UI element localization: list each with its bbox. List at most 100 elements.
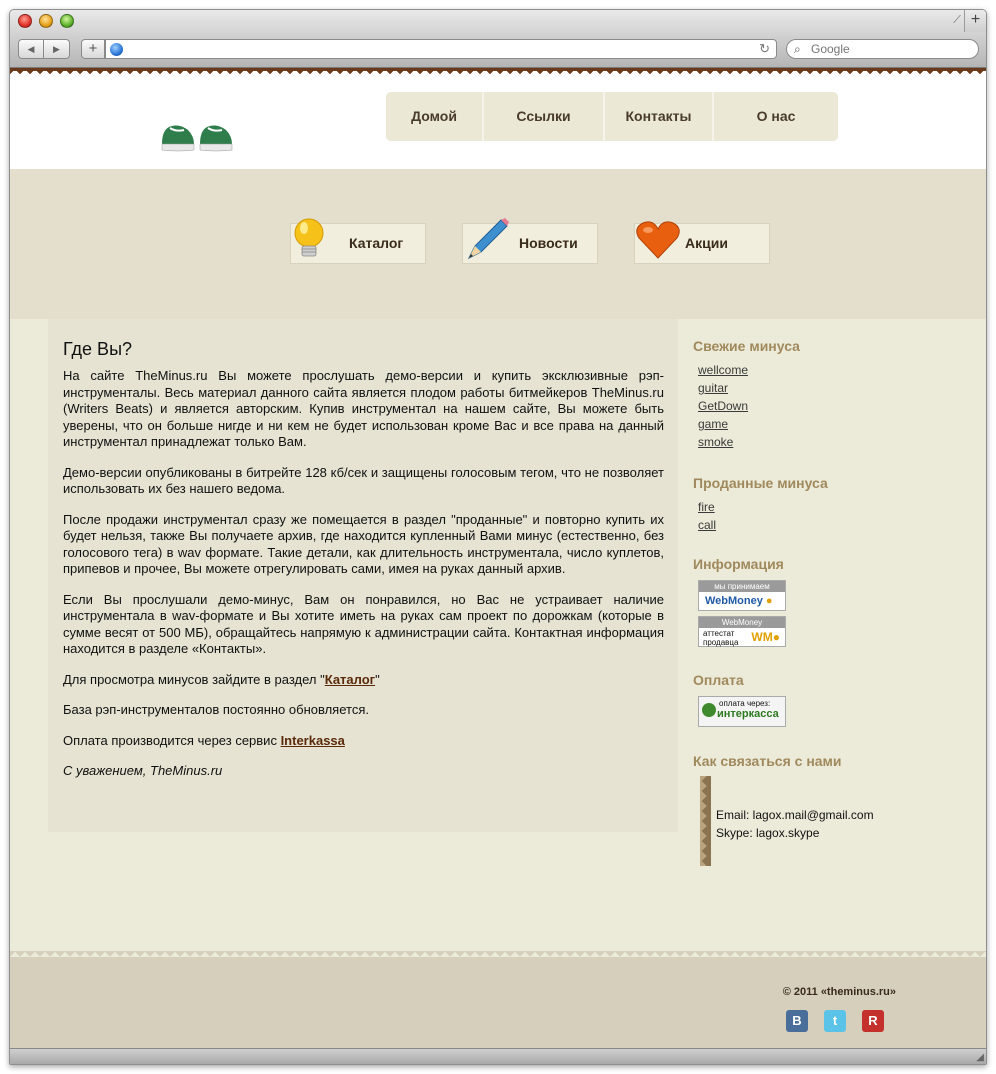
sold-link[interactable]: fire [698, 500, 715, 514]
catalog-label: Каталог [349, 235, 404, 251]
badge-top-text: мы принимаем [699, 581, 785, 592]
catalog-text: Для просмотра минусов зайдите в раздел " [63, 671, 325, 687]
fresh-link[interactable]: game [698, 417, 728, 431]
browser-window: ⟋ + ◀ ▶ + ↻ ⌕ Домой [9, 9, 987, 1065]
copyright-text: © 2011 «theminus.ru» [782, 986, 896, 998]
page-title: Где Вы? [63, 339, 133, 359]
history-buttons: ◀ ▶ [18, 39, 70, 59]
update-paragraph: База рэп-инструменталов постоянно обновл… [63, 702, 369, 717]
main-content: Где Вы? На сайте TheMinus.ru Вы можете п… [48, 319, 678, 832]
contact-email: Email: lagox.mail@gmail.com [716, 808, 874, 822]
webmoney-coin-icon: ● [765, 595, 773, 607]
resize-handle-icon[interactable]: ◢ [976, 1052, 984, 1063]
info-title: Информация [693, 556, 784, 572]
payment-title: Оплата [693, 672, 744, 688]
catalog-paragraph: Для просмотра минусов зайдите в раздел "… [63, 672, 664, 689]
fresh-title: Свежие минуса [693, 338, 800, 354]
site-header: Домой Ссылки Контакты О нас [10, 77, 986, 169]
list-item: fire [698, 498, 983, 516]
twitter-icon[interactable]: t [824, 1010, 846, 1032]
nav-about-link[interactable]: О нас [714, 92, 838, 141]
webpage: Домой Ссылки Контакты О нас Каталог Ново… [10, 77, 986, 1064]
pencil-icon [467, 218, 509, 260]
interkassa-badge[interactable]: оплата через: интеркасса [698, 696, 786, 727]
lightbulb-icon [294, 218, 324, 257]
new-tab-button[interactable]: + [964, 10, 986, 32]
interkassa-person-icon [702, 703, 716, 717]
sneakers-logo[interactable] [158, 114, 238, 154]
news-button[interactable]: Новости [462, 218, 598, 264]
news-label: Новости [519, 235, 578, 251]
badge-seller-text: аттестат продавца [703, 629, 739, 647]
webmoney-label: WebMoney [705, 595, 763, 607]
list-item: guitar [698, 379, 983, 397]
main-navigation: Домой Ссылки Контакты О нас [386, 92, 838, 141]
sold-list: fire call [698, 498, 983, 534]
webmoney-seller-badge[interactable]: WebMoney аттестат продавца WM● [698, 616, 786, 647]
footer-zigzag-border [10, 951, 986, 959]
list-item: call [698, 516, 983, 534]
payment-text: Оплата производится через сервис [63, 732, 281, 748]
demo-paragraph: Демо-версии опубликованы в битрейте 128 … [63, 464, 664, 497]
search-icon: ⌕ [794, 42, 801, 56]
contact-zigzag-border [700, 776, 711, 866]
close-window-button[interactable] [18, 14, 32, 28]
project-paragraph: Если Вы прослушали демо-минус, Вам он по… [63, 591, 664, 657]
reload-icon[interactable]: ↻ [759, 41, 770, 57]
list-item: GetDown [698, 397, 983, 415]
sold-title: Проданные минуса [693, 475, 828, 491]
search-input[interactable] [811, 41, 971, 57]
catalog-text-suffix: " [375, 671, 380, 687]
nav-links-link[interactable]: Ссылки [484, 92, 605, 141]
intro-paragraph: На сайте TheMinus.ru Вы можете прослушат… [63, 368, 664, 449]
sidebar: Свежие минуса wellcome guitar GetDown ga… [693, 319, 983, 866]
payment-paragraph: Оплата производится через сервис Interka… [63, 733, 664, 750]
fresh-link[interactable]: GetDown [698, 399, 748, 413]
badge-top-text: WebMoney [699, 617, 785, 628]
window-controls [18, 14, 74, 28]
catalog-button[interactable]: Каталог [290, 218, 426, 264]
fresh-link[interactable]: guitar [698, 381, 728, 395]
browser-toolbar: ⟋ + ◀ ▶ + ↻ ⌕ [10, 10, 986, 68]
contact-box: Email: lagox.mail@gmail.com Skype: lagox… [700, 776, 900, 866]
promotions-button[interactable]: Акции [634, 221, 770, 264]
search-field[interactable]: ⌕ [786, 39, 979, 59]
rails-icon[interactable]: R [862, 1010, 884, 1032]
interkassa-link[interactable]: Interkassa [281, 733, 345, 748]
heart-icon [636, 221, 680, 259]
signature: С уважением, TheMinus.ru [63, 763, 223, 778]
address-bar[interactable]: ↻ [105, 39, 777, 59]
webmoney-accept-badge[interactable]: мы принимаем WebMoney ● [698, 580, 786, 611]
header-top-line [10, 68, 986, 71]
add-bookmark-button[interactable]: + [81, 39, 105, 59]
globe-icon [110, 43, 123, 56]
vkontakte-icon[interactable]: B [786, 1010, 808, 1032]
catalog-link[interactable]: Каталог [325, 672, 375, 687]
contact-details: Email: lagox.mail@gmail.com Skype: lagox… [716, 806, 874, 842]
list-item: wellcome [698, 361, 983, 379]
zoom-window-button[interactable] [60, 14, 74, 28]
contact-title: Как связаться с нами [693, 753, 842, 769]
fresh-list: wellcome guitar GetDown game smoke [698, 361, 983, 451]
list-item: game [698, 415, 983, 433]
nav-contacts-link[interactable]: Контакты [605, 92, 714, 141]
status-bar: ◢ [10, 1048, 986, 1064]
contact-skype: Skype: lagox.skype [716, 826, 820, 840]
list-item: smoke [698, 433, 983, 451]
interkassa-top-text: оплата через: [719, 699, 771, 708]
category-banner: Каталог Новости Акции [10, 169, 986, 319]
sale-paragraph: После продажи инструментал сразу же поме… [63, 511, 664, 577]
promotions-label: Акции [685, 235, 728, 251]
minimize-window-button[interactable] [39, 14, 53, 28]
wm-logo-icon: WM● [751, 630, 780, 644]
interkassa-label: интеркасса [717, 708, 779, 720]
fresh-link[interactable]: wellcome [698, 363, 748, 377]
nav-home-link[interactable]: Домой [386, 92, 484, 141]
forward-button[interactable]: ▶ [44, 39, 70, 59]
sold-link[interactable]: call [698, 518, 716, 532]
webmoney-text: WebMoney ● [699, 592, 785, 610]
article-body: На сайте TheMinus.ru Вы можете прослушат… [63, 368, 664, 794]
back-button[interactable]: ◀ [18, 39, 44, 59]
fresh-link[interactable]: smoke [698, 435, 733, 449]
resize-toolbar-icon[interactable]: ⟋ [950, 13, 964, 27]
